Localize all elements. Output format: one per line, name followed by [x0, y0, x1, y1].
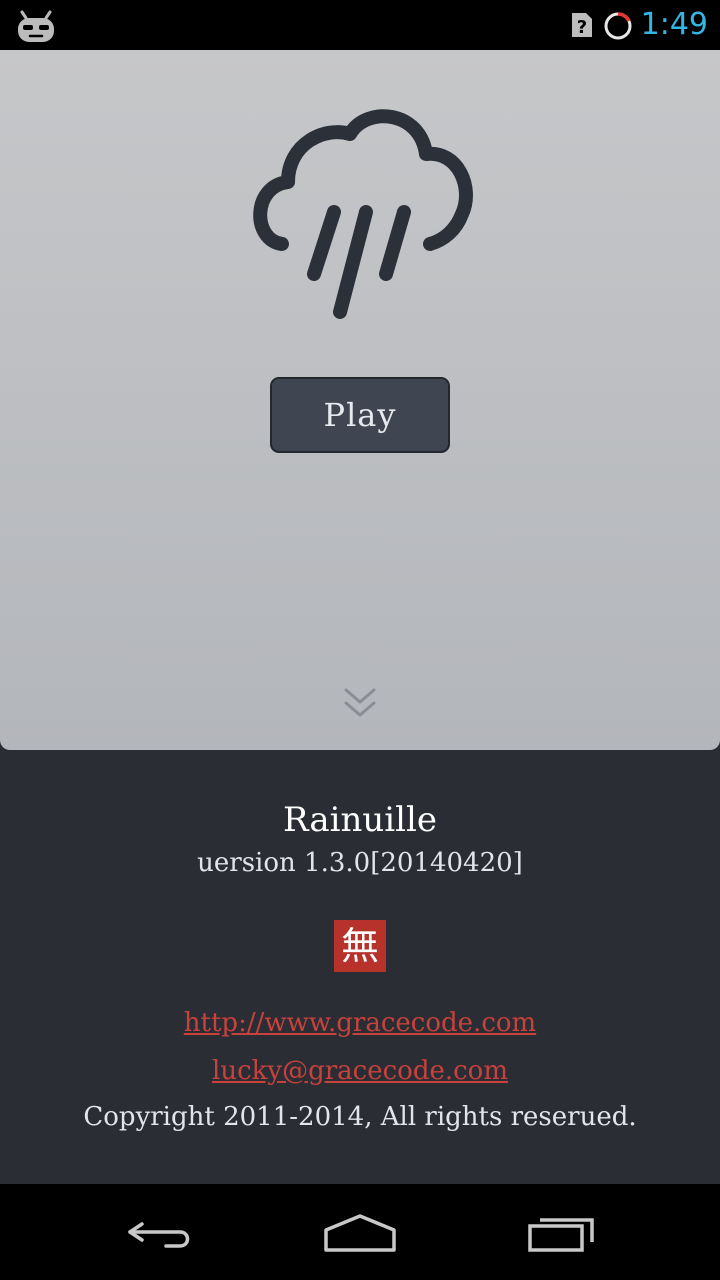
cyanogenmod-icon — [18, 10, 54, 42]
recent-apps-icon[interactable] — [520, 1202, 600, 1262]
play-button[interactable]: Play — [270, 377, 450, 453]
app-name: Rainuille — [282, 800, 438, 840]
top-panel: Play — [0, 50, 720, 750]
email-link[interactable]: lucky@gracecode.com — [0, 1056, 720, 1086]
copyright-text: Copyright 2011-2014, All rights reserued… — [83, 1102, 637, 1132]
sim-glyph: ? — [577, 17, 587, 38]
battery-charging-icon — [604, 12, 632, 40]
cloud-rain-icon — [253, 109, 473, 319]
status-bar: ? 1:49 — [0, 0, 720, 50]
double-chevron-down-icon[interactable] — [342, 686, 378, 720]
app-version: uersion 1.3.0[20140420] — [197, 848, 523, 878]
home-icon[interactable] — [320, 1202, 400, 1262]
sim-unknown-icon: ? — [572, 13, 592, 38]
navigation-bar — [0, 1184, 720, 1280]
gracecode-logo: 無 — [334, 920, 386, 972]
clock: 1:49 — [640, 7, 708, 42]
website-link[interactable]: http://www.gracecode.com — [0, 1008, 720, 1038]
back-icon[interactable] — [120, 1202, 200, 1262]
